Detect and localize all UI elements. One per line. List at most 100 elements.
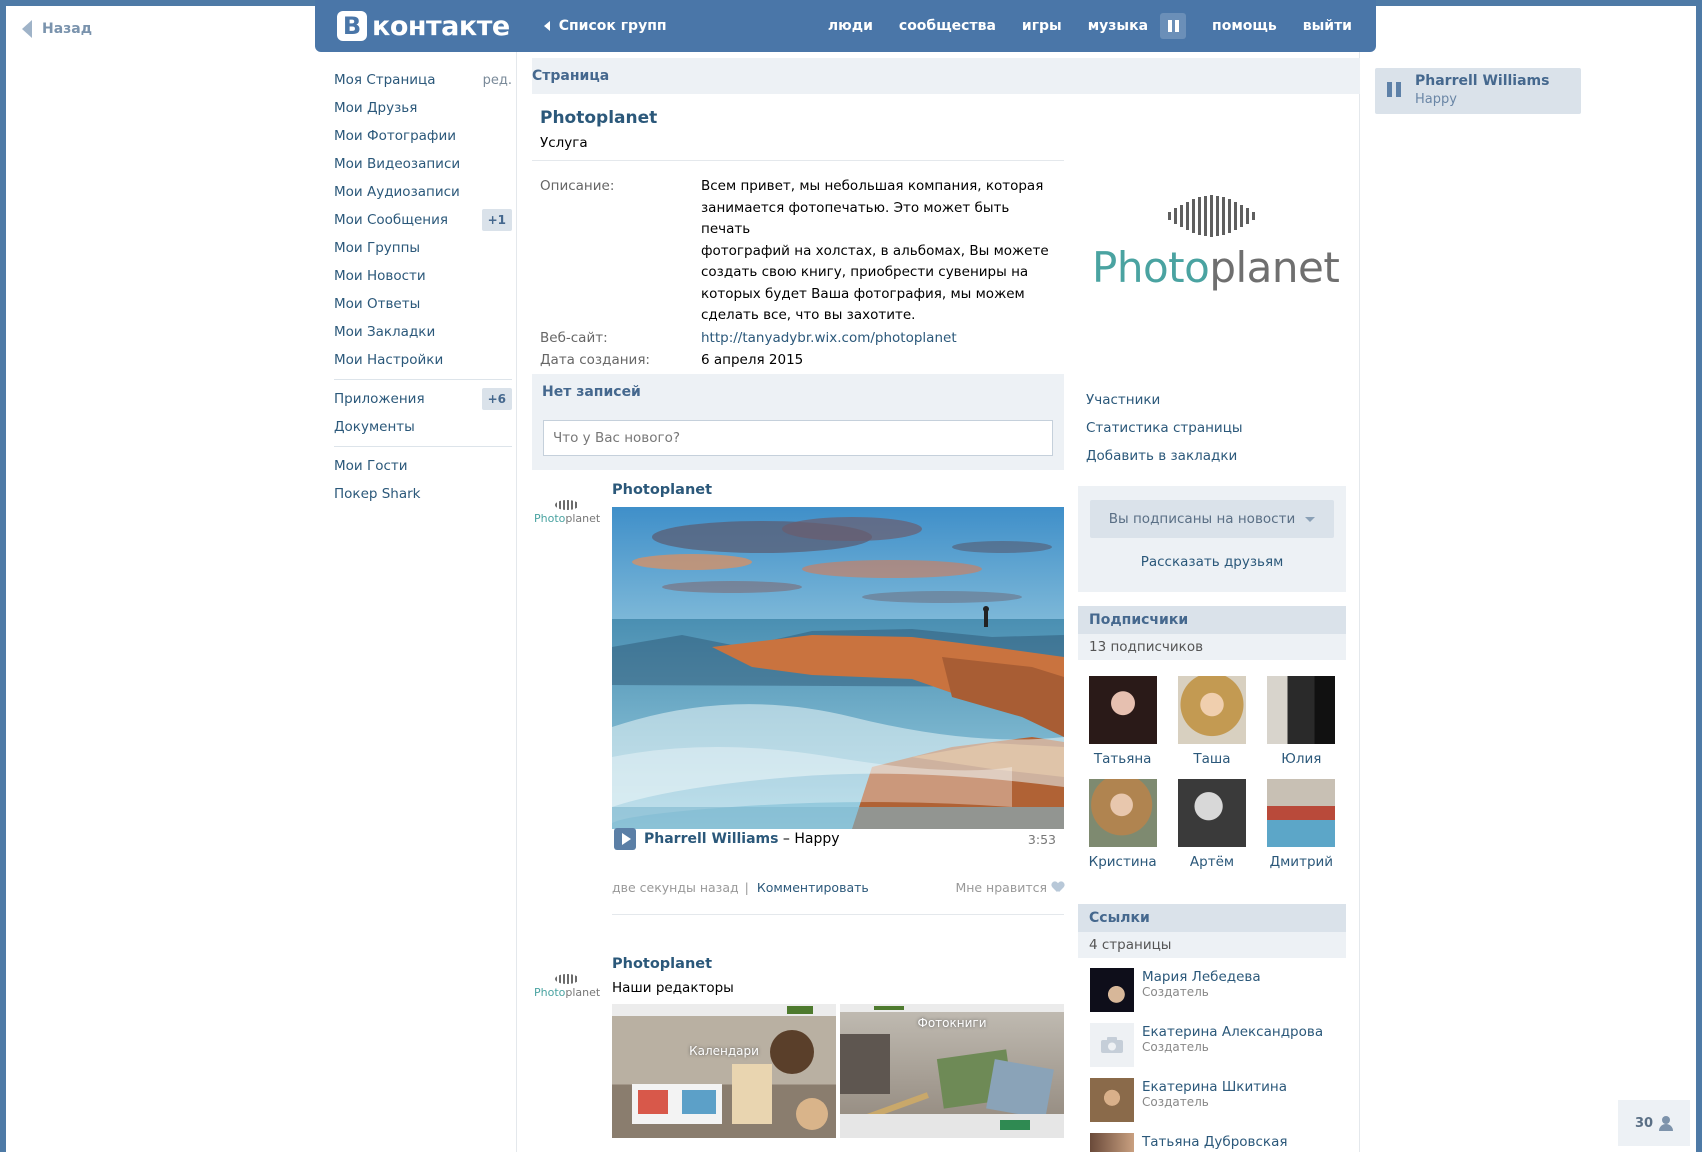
list-item[interactable]: Екатерина Шкитина Создатель bbox=[1090, 1078, 1350, 1133]
avatar bbox=[1090, 1023, 1134, 1067]
links-header[interactable]: Ссылки bbox=[1078, 904, 1346, 932]
online-friends-button[interactable]: 30 bbox=[1618, 1100, 1690, 1146]
menu-my-page[interactable]: Моя Страница ред. bbox=[334, 66, 512, 94]
nav-people[interactable]: люди bbox=[828, 18, 873, 34]
menu-videos[interactable]: Мои Видеозаписи bbox=[334, 150, 512, 178]
menu-poker[interactable]: Покер Shark bbox=[334, 480, 512, 508]
page-title: Photoplanet bbox=[540, 108, 658, 128]
comment-link[interactable]: Комментировать bbox=[757, 880, 869, 895]
subscriber[interactable]: Кристина bbox=[1078, 779, 1167, 870]
avatar bbox=[1177, 779, 1246, 847]
pause-icon[interactable] bbox=[1387, 82, 1401, 97]
avatar bbox=[1267, 676, 1336, 744]
subscribed-button[interactable]: Вы подписаны на новости bbox=[1090, 500, 1334, 538]
audio-artist[interactable]: Pharrell Williams bbox=[644, 831, 778, 847]
menu-settings[interactable]: Мои Настройки bbox=[334, 346, 512, 374]
page-actions: Участники Статистика страницы Добавить в… bbox=[1086, 392, 1243, 476]
links-count[interactable]: 4 страницы bbox=[1078, 932, 1346, 958]
menu-audio[interactable]: Мои Аудиозаписи bbox=[334, 178, 512, 206]
menu-news[interactable]: Мои Новости bbox=[334, 262, 512, 290]
audio-player-widget[interactable]: Pharrell Williams Happy bbox=[1375, 68, 1581, 114]
list-item[interactable]: Мария Лебедева Создатель bbox=[1090, 968, 1350, 1023]
top-nav: люди сообщества игры музыка помощь выйти bbox=[828, 13, 1352, 39]
avatar bbox=[1177, 676, 1246, 744]
post-author[interactable]: Photoplanet bbox=[612, 482, 712, 498]
menu-groups[interactable]: Мои Группы bbox=[334, 234, 512, 262]
page-category: Услуга bbox=[540, 135, 588, 151]
subscriber[interactable]: Таша bbox=[1167, 676, 1256, 767]
post-footer: две секунды назад | Комментировать Мне н… bbox=[612, 880, 1064, 895]
vk-logo[interactable]: В контакте bbox=[337, 11, 510, 42]
page-info: Описание: Всем привет, мы небольшая комп… bbox=[540, 176, 1060, 379]
wall-post: Photoplanet Photoplanet Pharrell William… bbox=[532, 482, 1064, 922]
nav-communities[interactable]: сообщества bbox=[899, 18, 996, 34]
back-link[interactable]: Назад bbox=[22, 20, 92, 38]
subscriber[interactable]: Татьяна bbox=[1078, 676, 1167, 767]
menu-guests[interactable]: Мои Гости bbox=[334, 452, 512, 480]
subscriber[interactable]: Дмитрий bbox=[1257, 779, 1346, 870]
post-avatar[interactable]: Photoplanet bbox=[534, 500, 600, 540]
edit-link[interactable]: ред. bbox=[483, 73, 512, 88]
members-link[interactable]: Участники bbox=[1086, 392, 1243, 420]
post-photos: Календари Фотокниги bbox=[612, 1004, 1064, 1138]
nav-logout[interactable]: выйти bbox=[1303, 18, 1352, 34]
pause-icon[interactable] bbox=[1160, 13, 1187, 39]
menu-messages[interactable]: Мои Сообщения +1 bbox=[334, 206, 512, 234]
back-arrow-icon bbox=[22, 20, 32, 38]
person-icon bbox=[1659, 1116, 1674, 1131]
nav-games[interactable]: игры bbox=[1022, 18, 1062, 34]
menu-bookmarks[interactable]: Мои Закладки bbox=[334, 318, 512, 346]
wall-box: Нет записей Что у Вас нового? bbox=[532, 374, 1064, 470]
thumb-label: Фотокниги bbox=[917, 1016, 987, 1030]
post-author[interactable]: Photoplanet bbox=[612, 956, 712, 972]
photoplanet-logo-icon bbox=[555, 500, 579, 510]
wall-title: Нет записей bbox=[542, 384, 641, 400]
divider bbox=[532, 160, 1064, 161]
nav-music[interactable]: музыка bbox=[1088, 18, 1148, 34]
post-photo[interactable] bbox=[612, 507, 1064, 829]
photoplanet-logo-icon bbox=[555, 974, 579, 984]
like-button[interactable]: Мне нравится bbox=[955, 880, 1064, 895]
menu-friends[interactable]: Мои Друзья bbox=[334, 94, 512, 122]
info-website: Веб-сайт: http://tanyadybr.wix.com/photo… bbox=[540, 328, 1060, 350]
menu-apps[interactable]: Приложения +6 bbox=[334, 385, 512, 413]
logo-letter: В bbox=[337, 11, 367, 41]
photoplanet-logo-icon bbox=[1168, 195, 1255, 237]
wall-post: Photoplanet Photoplanet Наши редакторы К… bbox=[532, 956, 1064, 1152]
post-time[interactable]: две секунды назад bbox=[612, 880, 739, 895]
messages-badge: +1 bbox=[481, 209, 512, 231]
subscriber[interactable]: Артём bbox=[1167, 779, 1256, 870]
apps-badge: +6 bbox=[481, 388, 512, 410]
audio-dash: – bbox=[778, 831, 795, 847]
post-text: Наши редакторы bbox=[612, 980, 734, 996]
calendars-photo-image bbox=[612, 1004, 836, 1130]
groups-list-link[interactable]: Список групп bbox=[543, 18, 667, 34]
menu-documents[interactable]: Документы bbox=[334, 413, 512, 441]
heart-icon bbox=[1052, 882, 1064, 893]
footer-separator: | bbox=[744, 880, 749, 895]
list-item[interactable]: Екатерина Александрова Создатель bbox=[1090, 1023, 1350, 1078]
audio-attachment: Pharrell Williams – Happy 3:53 bbox=[614, 827, 1064, 851]
divider bbox=[612, 914, 1064, 915]
post-avatar[interactable]: Photoplanet bbox=[534, 974, 600, 1014]
website-link[interactable]: http://tanyadybr.wix.com/photoplanet bbox=[701, 328, 957, 350]
menu-photos[interactable]: Мои Фотографии bbox=[334, 122, 512, 150]
play-icon[interactable] bbox=[614, 828, 636, 850]
new-post-input[interactable]: Что у Вас нового? bbox=[543, 420, 1053, 456]
page-stats-link[interactable]: Статистика страницы bbox=[1086, 420, 1243, 448]
subscriber[interactable]: Юлия bbox=[1257, 676, 1346, 767]
subscribers-count[interactable]: 13 подписчиков bbox=[1078, 634, 1346, 660]
nav-help[interactable]: помощь bbox=[1212, 18, 1277, 34]
avatar bbox=[1088, 676, 1157, 744]
subscribers-header[interactable]: Подписчики bbox=[1078, 606, 1346, 634]
menu-answers[interactable]: Мои Ответы bbox=[334, 290, 512, 318]
post-photo-calendars[interactable]: Календари bbox=[612, 1004, 836, 1138]
audio-duration: 3:53 bbox=[1027, 831, 1056, 847]
list-item[interactable]: Татьяна Дубровская bbox=[1090, 1133, 1350, 1152]
tell-friends-link[interactable]: Рассказать друзьям bbox=[1078, 554, 1346, 570]
info-created: Дата создания: 6 апреля 2015 bbox=[540, 352, 804, 368]
post-photo-photobooks[interactable]: Фотокниги bbox=[840, 1004, 1064, 1138]
back-arrow-icon bbox=[543, 21, 550, 31]
community-logo[interactable]: Photoplanet bbox=[1086, 185, 1346, 305]
add-bookmark-link[interactable]: Добавить в закладки bbox=[1086, 448, 1243, 476]
